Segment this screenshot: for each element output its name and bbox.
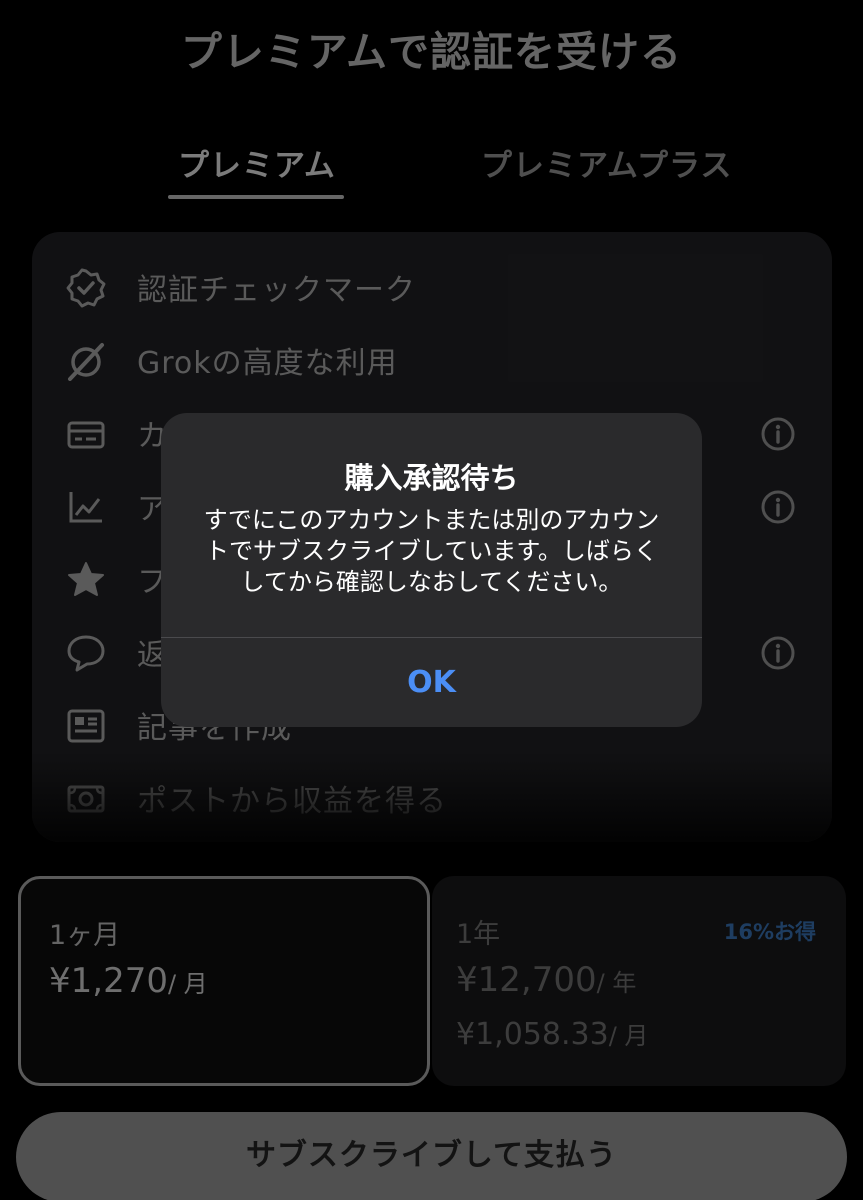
alert-message-line: してから確認しなおしてください。	[240, 568, 623, 596]
alert-message: すでにこのアカウントまたは別のアカウン トでサブスクライブしています。しばらく …	[191, 505, 672, 598]
ok-button[interactable]: OK	[161, 638, 702, 727]
alert-title: 購入承認待ち	[344, 461, 519, 495]
alert-message-line: すでにこのアカウントまたは別のアカウン	[203, 506, 660, 534]
alert-dialog: 購入承認待ち すでにこのアカウントまたは別のアカウン トでサブスクライブしていま…	[161, 413, 702, 727]
alert-message-line: トでサブスクライブしています。しばらく	[205, 537, 658, 565]
